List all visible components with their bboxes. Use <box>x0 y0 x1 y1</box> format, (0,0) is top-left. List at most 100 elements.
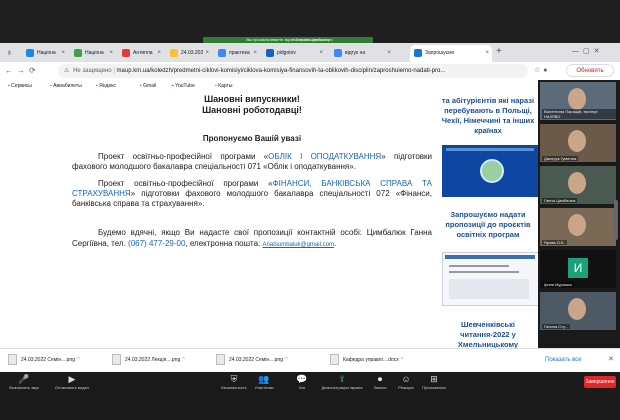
bookmark-item[interactable]: ▪ YouTube <box>172 80 195 93</box>
paragraph-finance: Проект освітньо-професійної програми «ФІ… <box>72 179 432 209</box>
paragraph-accounting: Проект освітньо-професійної програми «ОБ… <box>72 152 432 172</box>
heading-employers: Шановні роботодавці! <box>202 105 302 115</box>
tab-3[interactable]: Антипла × <box>118 45 164 62</box>
tab-close-icon[interactable]: × <box>205 45 209 62</box>
tab-5[interactable]: практика × <box>214 45 260 62</box>
mic-button[interactable]: 🎤 Выключить звук <box>0 374 48 390</box>
toolbar-label: Участники <box>254 385 274 390</box>
tab-close-icon[interactable]: × <box>253 45 257 62</box>
new-tab-button[interactable]: + <box>496 46 508 58</box>
bookmark-label: Авиабилеты <box>53 83 82 89</box>
tab-favicon-icon <box>266 48 274 57</box>
sidebar-news-screenshot[interactable] <box>442 252 540 306</box>
file-icon <box>8 354 17 366</box>
email-link[interactable]: Anatsumbaluk@gmail.com <box>263 242 334 248</box>
tab-2[interactable]: Націона × <box>70 45 116 62</box>
participant-video <box>568 88 586 110</box>
participant-video <box>568 214 586 236</box>
tab-1[interactable]: Націона × <box>22 45 68 62</box>
p3-text-c: . <box>333 239 337 248</box>
tab-close-icon[interactable]: × <box>387 45 391 62</box>
toolbar-label: Приложения <box>422 385 446 390</box>
video-button[interactable]: ▶ Остановить видео <box>48 374 96 390</box>
sidebar-news-image[interactable] <box>442 145 538 197</box>
tab-label: Антипла <box>133 50 153 56</box>
url-text[interactable]: maup.km.ua/koledzh/predmetni-ciklovi-kom… <box>117 68 446 74</box>
bookmark-item[interactable]: ▪ Яндекс <box>96 80 116 93</box>
tab-favicon-icon <box>218 48 226 57</box>
star-icon[interactable]: ☆● <box>534 64 564 78</box>
bookmark-item[interactable]: ▪ Gmail <box>140 80 156 93</box>
tab-6[interactable]: pidgotov × <box>262 45 326 62</box>
download-filename: 24.03.2022 Семін....png <box>229 357 284 363</box>
apps-icon: ⊞ <box>430 374 438 384</box>
tab-label: pidgotov <box>277 50 296 56</box>
participants-scrollbar[interactable] <box>614 200 618 240</box>
tab-close-icon[interactable]: × <box>319 45 323 62</box>
participant-tile[interactable]: И Ірина Мурашко <box>540 250 616 288</box>
participant-name: Дмитрук Гумeнюк <box>542 156 579 161</box>
participant-name: Ярова О.Б. <box>542 240 567 245</box>
participant-tile[interactable]: Ганна Цимбалюк <box>540 166 616 204</box>
bookmark-item[interactable]: ▪ Карты <box>215 80 232 93</box>
phone-link[interactable]: (067) 477-29-00 <box>128 239 185 248</box>
window-controls[interactable]: —▢✕ <box>572 46 616 58</box>
tab-close-icon[interactable]: × <box>157 45 161 62</box>
tab-close-icon[interactable]: × <box>109 45 113 62</box>
chevron-up-icon[interactable]: ⌃ <box>180 357 186 363</box>
tab-7[interactable]: відгук на × <box>330 45 394 62</box>
participant-tile[interactable]: Дмитрук Гумeнюк <box>540 124 616 162</box>
security-label: Не защищено <box>73 68 112 74</box>
link-accounting-program[interactable]: ОБЛІК І ОПОДАТКУВАННЯ <box>268 152 381 161</box>
tab-close-icon[interactable]: × <box>61 45 65 62</box>
close-icon[interactable]: ✕ <box>608 353 616 367</box>
chevron-up-icon[interactable]: ⌃ <box>399 357 404 363</box>
tab-label: відгук на <box>345 50 366 56</box>
show-all-downloads[interactable]: Показать все <box>545 353 605 367</box>
tab-label: практика <box>229 50 250 56</box>
bookmark-item[interactable]: ▪ Авиабилеты <box>50 80 82 93</box>
participant-video <box>568 172 586 194</box>
tab-close-icon[interactable]: × <box>485 45 489 62</box>
download-item[interactable]: 24.03.2022 Семін....png ⌃ <box>8 350 104 370</box>
screenshot-header <box>445 255 535 259</box>
tab-8[interactable]: Запрошуємо × <box>410 45 492 62</box>
nav-buttons[interactable]: ←→⟳ <box>5 64 55 78</box>
insecure-icon: ⚠ <box>64 68 70 74</box>
end-meeting-button[interactable]: Завершение <box>584 376 616 388</box>
bookmark-item[interactable]: ▪ Сервисы <box>8 80 32 93</box>
p3-text-b: , електронна пошта: <box>185 239 261 248</box>
participant-tile[interactable]: Ярова О.Б. <box>540 208 616 246</box>
app-menu-icon[interactable]: ♁ <box>6 47 16 57</box>
apps-button[interactable]: ⊞ Приложения <box>410 374 458 390</box>
screenshot-line <box>449 265 509 267</box>
chevron-up-icon[interactable]: ⌃ <box>75 357 80 363</box>
file-icon <box>330 354 339 366</box>
sidebar-news-shevchenko[interactable]: Шевченківські читання-2022 у Хмельницько… <box>440 320 536 350</box>
download-item[interactable]: 24.03.2022 Лекція....png ⌃ <box>112 350 208 370</box>
download-item[interactable]: Кафедра управлі....docx ⌃ <box>330 350 426 370</box>
toolbar-label: Чат <box>298 385 306 390</box>
download-item[interactable]: 24.03.2022 Семін....png ⌃ <box>216 350 312 370</box>
tab-label: Запрошуємо <box>425 50 455 56</box>
participant-name: Галина Сту... <box>542 324 570 329</box>
paragraph-contact: Будемо вдячні, якщо Ви надасте свої проп… <box>72 227 432 251</box>
tab-favicon-icon <box>26 48 34 57</box>
bookmark-label: Яндекс <box>99 83 116 89</box>
participant-tile[interactable]: Галина Сту... <box>540 292 616 330</box>
participant-initial: И <box>568 258 588 278</box>
update-button[interactable]: Обновить <box>566 64 614 77</box>
file-icon <box>216 354 225 366</box>
file-icon <box>112 354 121 366</box>
tab-label: Націона <box>37 50 56 56</box>
tab-4[interactable]: 24.03.202 × <box>166 45 212 62</box>
p1-text-a: Проект освітньо-професійної програми « <box>98 152 269 161</box>
chevron-up-icon[interactable]: ⌃ <box>283 357 288 363</box>
sidebar-news-proposals[interactable]: Запрошуємо надати пропозиції до проєктів… <box>440 210 536 240</box>
participant-tile[interactable]: Валентина Паращій, експерт НАЗЯВО <box>540 82 616 120</box>
download-filename: 24.03.2022 Семін....png <box>21 357 76 363</box>
mic-icon: 🎤 <box>18 374 30 384</box>
sidebar-news-abroad[interactable]: та абітурієнтів які наразі перебувають в… <box>440 96 536 136</box>
download-filename: Кафедра управлі....docx <box>343 357 399 363</box>
omnibox[interactable]: ⚠ Не защищено | maup.km.ua/koledzh/predm… <box>58 64 528 78</box>
